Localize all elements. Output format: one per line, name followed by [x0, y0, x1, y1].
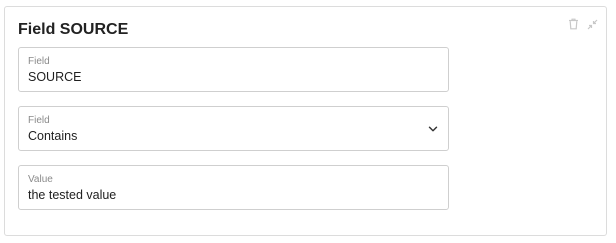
trash-icon[interactable] — [567, 18, 579, 30]
field-label: Field — [28, 115, 50, 126]
card-actions — [567, 18, 598, 30]
field-card: Field SOURCE Field SOURCE Field Contains… — [4, 6, 607, 236]
chevron-down-icon[interactable] — [427, 123, 439, 135]
collapse-arrows-icon[interactable] — [586, 18, 598, 30]
source-field[interactable]: Field SOURCE — [18, 47, 449, 92]
field-value: Contains — [28, 129, 78, 143]
operator-select[interactable]: Field Contains — [18, 106, 449, 151]
value-input[interactable]: Value the tested value — [18, 165, 449, 210]
card-title: Field SOURCE — [18, 21, 129, 38]
field-label: Field — [28, 56, 50, 67]
field-value: the tested value — [28, 188, 117, 202]
field-label: Value — [28, 174, 53, 185]
field-value: SOURCE — [28, 70, 82, 84]
